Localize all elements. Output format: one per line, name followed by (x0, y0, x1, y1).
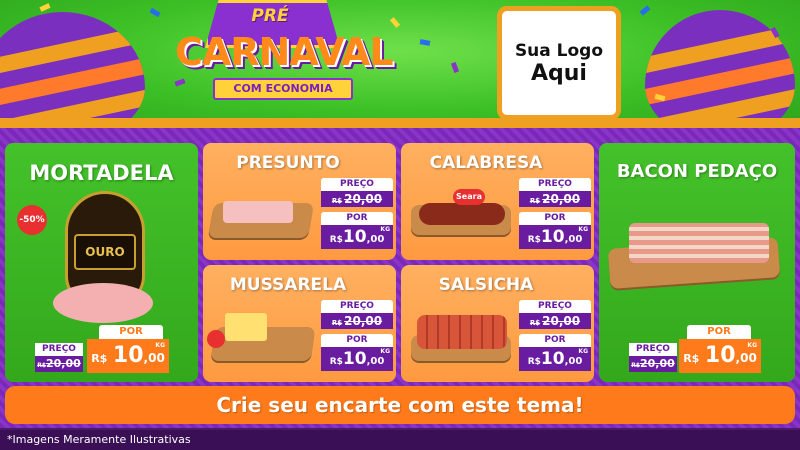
brand-label: Seara (453, 189, 485, 205)
price-por-label: POR (99, 325, 163, 339)
title-pre-text: PRÉ (251, 6, 289, 26)
price-box: PREÇO R$ 20,00 POR R$10,00 KG (321, 300, 393, 371)
header-banner: PRÉ CARNAVAL COM ECONOMIA Sua Logo Aqui (0, 0, 800, 128)
price-old-label: PREÇO (629, 343, 677, 356)
product-name: PRESUNTO (236, 153, 340, 173)
title-main-text: CARNAVAL (175, 30, 394, 74)
ham-slices-image (53, 283, 153, 323)
confetti (39, 3, 51, 12)
price-new: R$ 10,00 KG (87, 339, 169, 373)
logo-placeholder-line1: Sua Logo (514, 40, 604, 61)
carnival-title-logo: PRÉ CARNAVAL COM ECONOMIA (175, 0, 394, 120)
hot-dog-sausage-image (417, 315, 507, 349)
product-name: BACON PEDAÇO (616, 161, 778, 182)
logo-placeholder[interactable]: Sua Logo Aqui (497, 6, 621, 120)
product-card-presunto[interactable]: PRESUNTO PREÇO R$ 20,00 POR R$10,00 KG (203, 143, 396, 260)
confetti (639, 5, 651, 16)
confetti (450, 61, 460, 74)
price-old: R$20,00 (629, 356, 677, 372)
product-card-calabresa[interactable]: CALABRESA Seara PREÇO R$ 20,00 POR R$10,0… (401, 143, 594, 260)
confetti (389, 17, 401, 28)
ham-image (223, 201, 293, 223)
disclaimer-text: *Imagens Meramente Ilustrativas (7, 433, 191, 446)
price-new: R$ 10,00 KG (679, 339, 761, 373)
price-por-label: POR (687, 325, 751, 339)
product-name: SALSICHA (438, 275, 534, 295)
confetti (149, 7, 161, 18)
footer-bar: *Imagens Meramente Ilustrativas (0, 430, 800, 450)
product-card-mortadela[interactable]: MORTADELA -50% OURO POR PREÇO R$20,00 R$… (5, 143, 198, 382)
brand-label: OURO (74, 234, 136, 270)
confetti (419, 39, 431, 46)
product-card-salsicha[interactable]: SALSICHA PREÇO R$ 20,00 POR R$10,00 KG (401, 265, 594, 382)
discount-badge: -50% (17, 205, 47, 235)
cheese-image (225, 313, 267, 341)
bacon-image (629, 223, 769, 263)
create-flyer-cta-button[interactable]: Crie seu encarte com este tema! (5, 386, 795, 424)
price-box: PREÇO R$ 20,00 POR R$10,00 KG (321, 178, 393, 249)
price-old-label: PREÇO (35, 343, 83, 356)
product-name: CALABRESA (429, 153, 543, 173)
product-card-mussarela[interactable]: MUSSARELA PREÇO R$ 20,00 POR R$10,00 KG (203, 265, 396, 382)
sausage-image (419, 203, 505, 225)
logo-placeholder-line2: Aqui (531, 60, 587, 86)
price-box: PREÇO R$ 20,00 POR R$10,00 KG (519, 178, 591, 249)
product-name: MORTADELA (29, 161, 174, 185)
product-card-bacon[interactable]: BACON PEDAÇO POR PREÇO R$20,00 R$ 10,00 K… (599, 143, 795, 382)
price-box: PREÇO R$ 20,00 POR R$10,00 KG (519, 300, 591, 371)
title-ribbon: COM ECONOMIA (213, 78, 353, 100)
price-old: R$20,00 (35, 356, 83, 372)
product-name: MUSSARELA (229, 275, 347, 295)
tomato-image (207, 330, 225, 348)
header-bottom-stripe (0, 118, 800, 128)
easter-egg-left-decoration (0, 12, 145, 128)
